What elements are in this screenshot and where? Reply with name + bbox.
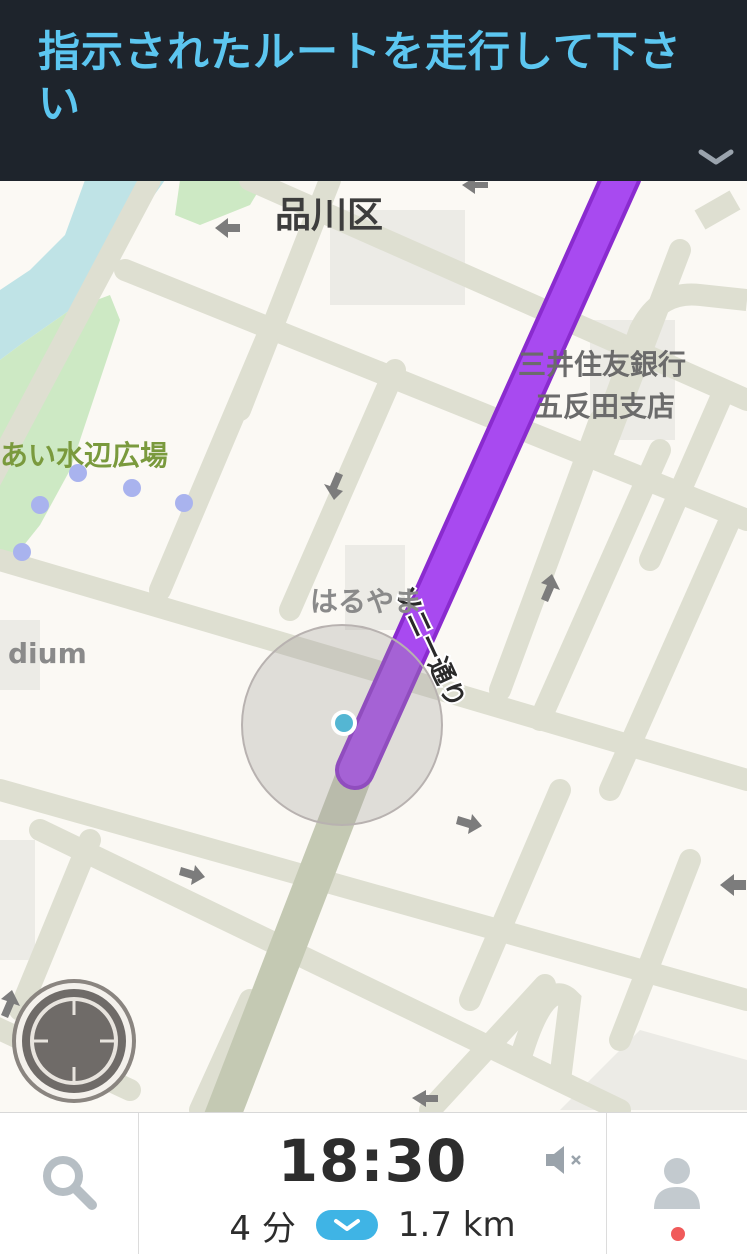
poi-store-label: はるやま: [310, 585, 423, 618]
chevron-down-icon[interactable]: [697, 146, 735, 168]
park-label: あい水辺広場: [0, 439, 169, 472]
ward-label: 品川区: [275, 195, 384, 236]
poi-stadium-label: dium: [8, 637, 87, 670]
poi-bank-label: 三井住友銀行: [518, 348, 687, 381]
user-icon: [654, 1158, 700, 1209]
current-position-marker: [335, 714, 353, 732]
search-icon: [43, 1156, 97, 1210]
notification-dot: [671, 1227, 685, 1241]
duration-text: 4 分: [229, 1208, 296, 1249]
expand-eta-button[interactable]: [315, 1210, 378, 1240]
instruction-banner[interactable]: 指示されたルートを走行して下さい: [0, 0, 747, 181]
eta-time: 18:30: [277, 1127, 468, 1195]
bottom-bar: 18:30 4 分 1.7 km: [0, 1112, 747, 1254]
poi-bank-branch-label: 五反田支店: [535, 390, 676, 423]
eta-panel[interactable]: 18:30 4 分 1.7 km: [139, 1113, 606, 1254]
speaker-muted-icon[interactable]: [542, 1143, 586, 1177]
recenter-button[interactable]: [16, 983, 132, 1099]
user-menu-button[interactable]: [606, 1113, 747, 1254]
search-button[interactable]: [0, 1113, 139, 1254]
eta-details: 4 分 1.7 km: [139, 1203, 606, 1249]
chevron-down-icon: [333, 1219, 360, 1231]
distance-text: 1.7 km: [397, 1205, 516, 1245]
building: [0, 840, 35, 960]
instruction-text: 指示されたルートを走行して下さい: [38, 27, 682, 128]
crosshair-icon: [30, 997, 118, 1085]
